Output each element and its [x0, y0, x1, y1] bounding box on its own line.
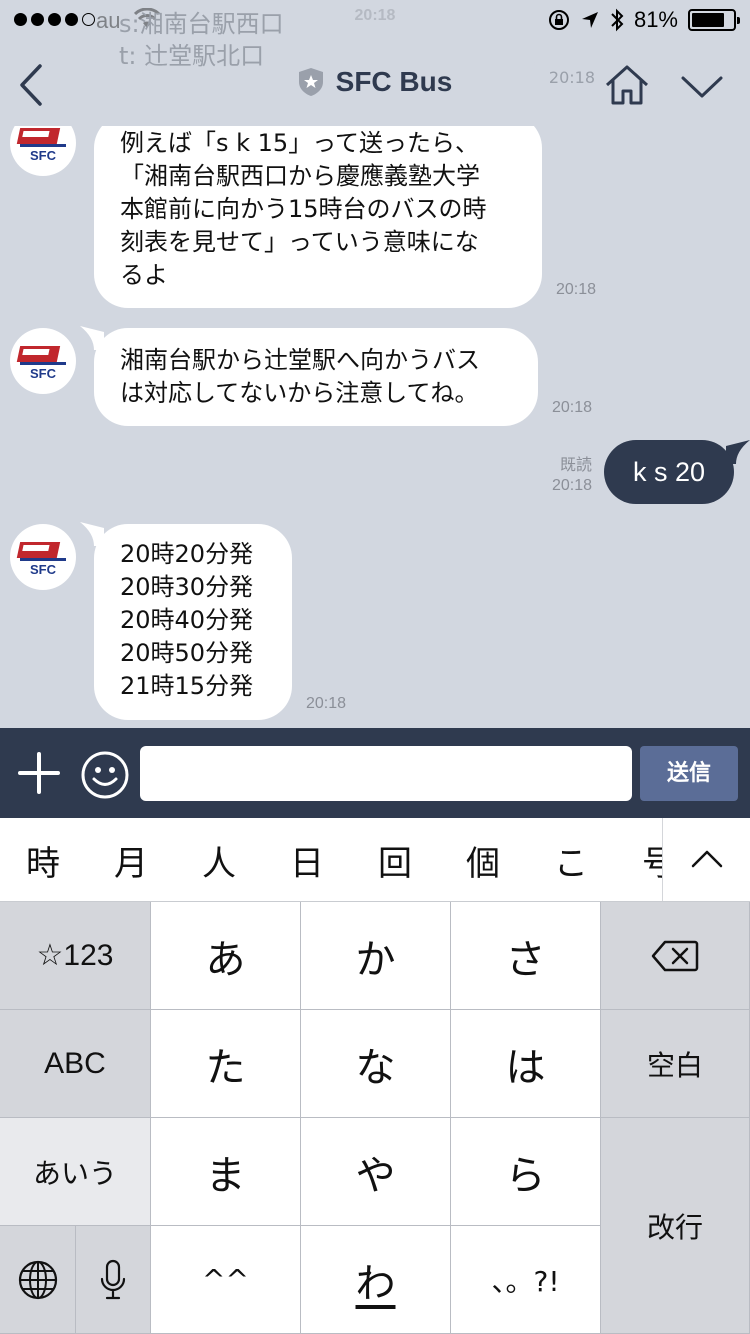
home-icon[interactable]	[604, 64, 650, 106]
key-punctuation[interactable]: 、。?!	[451, 1226, 601, 1334]
message-time: 20:18	[552, 399, 593, 416]
official-shield-icon	[298, 68, 323, 96]
chevron-up-icon	[691, 850, 723, 868]
chat-header: SFC Bus	[0, 40, 750, 126]
return-key-label: 改行	[646, 1211, 703, 1243]
key-emoticon[interactable]: ^^	[151, 1226, 301, 1334]
message-bubble[interactable]: 湘南台駅から辻堂駅へ向かうバス は対応してないから注意してね。	[94, 328, 538, 426]
message-time: 20:18	[556, 281, 597, 298]
candidate-word[interactable]: 回	[378, 836, 412, 885]
candidate-word[interactable]: 時	[26, 836, 60, 885]
message-input-bar: 送信	[0, 728, 750, 818]
bluetooth-icon	[611, 8, 624, 32]
key-ha[interactable]: は	[451, 1010, 601, 1118]
key-wa[interactable]: わ	[301, 1226, 451, 1334]
rotation-lock-icon	[548, 10, 569, 30]
bot-avatar[interactable]: SFC	[10, 328, 76, 394]
key-na[interactable]: な	[301, 1010, 451, 1118]
globe-key[interactable]	[0, 1226, 76, 1334]
chevron-down-icon[interactable]	[680, 74, 724, 100]
bot-avatar[interactable]: SFC	[10, 126, 76, 176]
message-line: 「湘南台駅西口から慶應義塾大学	[120, 162, 480, 190]
my-message-bubble[interactable]: k s 20	[604, 440, 734, 504]
candidate-word[interactable]: 月	[114, 836, 148, 885]
key-ka[interactable]: か	[301, 902, 451, 1010]
candidate-bar: 時 月 人 日 回 個 こ 号	[0, 818, 750, 902]
expand-candidates-button[interactable]	[662, 818, 750, 901]
message-line: 湘南台駅から辻堂駅へ向かうバス	[120, 346, 480, 374]
faded-line-1: s:湘南台駅西口	[119, 10, 284, 38]
chat-messages[interactable]: SFC 例えば「s k 15」って送ったら、 「湘南台駅西口から慶應義塾大学 本…	[0, 126, 750, 728]
message-line: は対応してないから注意してね。	[120, 379, 479, 407]
microphone-icon	[100, 1259, 126, 1299]
bot-avatar[interactable]: SFC	[10, 524, 76, 590]
space-key-label: 空白	[646, 1049, 703, 1081]
svg-text:SFC: SFC	[30, 366, 57, 381]
read-receipt: 既読 20:18	[530, 456, 592, 496]
message-line: 20時50分発	[120, 639, 254, 667]
message-line: 20時30分発	[120, 573, 254, 601]
candidate-word[interactable]: 人	[202, 836, 236, 885]
key-a[interactable]: あ	[151, 902, 301, 1010]
bus-logo-icon: SFC	[16, 542, 66, 577]
key-kana[interactable]: あいう	[0, 1118, 151, 1226]
key-ma[interactable]: ま	[151, 1118, 301, 1226]
message-bubble[interactable]: 例えば「s k 15」って送ったら、 「湘南台駅西口から慶應義塾大学 本館前に向…	[94, 126, 542, 308]
backspace-icon	[651, 940, 699, 971]
key-symbols[interactable]: ☆123	[0, 902, 151, 1010]
wa-key-label: わ	[355, 1260, 396, 1307]
message-line: 例えば「s k 15」って送ったら、	[120, 129, 479, 157]
svg-text:SFC: SFC	[30, 562, 57, 577]
return-key[interactable]: 改行	[601, 1118, 750, 1334]
candidate-word[interactable]: 個	[466, 836, 500, 885]
globe-icon	[18, 1260, 57, 1299]
candidate-word[interactable]: 日	[290, 836, 324, 885]
kana-key-label: あいう	[32, 1157, 117, 1189]
key-ra[interactable]: ら	[451, 1118, 601, 1226]
key-ta[interactable]: た	[151, 1010, 301, 1118]
delete-key[interactable]	[601, 902, 750, 1010]
location-arrow-icon	[581, 12, 598, 28]
key-ya[interactable]: や	[301, 1118, 451, 1226]
bus-logo-icon: SFC	[16, 346, 66, 381]
read-label: 既読	[559, 457, 592, 474]
chat-title-text: SFC Bus	[335, 66, 453, 97]
battery-icon	[688, 9, 740, 31]
message-line: 刻表を見せて」っていう意味にな	[120, 228, 479, 256]
message-line: 21時15分発	[120, 672, 254, 700]
send-button[interactable]: 送信	[640, 746, 738, 801]
space-key[interactable]: 空白	[601, 1010, 750, 1118]
battery-percent: 81%	[633, 7, 678, 32]
bus-logo-icon: SFC	[16, 128, 66, 163]
message-time: 20:18	[306, 695, 347, 712]
message-input[interactable]	[140, 746, 632, 801]
key-abc[interactable]: ABC	[0, 1010, 151, 1118]
message-time: 20:18	[551, 477, 592, 494]
japanese-keyboard: ☆123 あ か さ ABC た な は 空白 あいう ま や ら 改行 ^^ …	[0, 902, 750, 1334]
message-line: るよ	[120, 261, 168, 289]
message-line: 20時40分発	[120, 606, 254, 634]
punctuation-key-label: 、。?!	[491, 1264, 560, 1298]
plus-icon[interactable]	[18, 752, 60, 794]
emoji-icon[interactable]	[80, 750, 130, 800]
dictation-key[interactable]	[76, 1226, 151, 1334]
candidate-word[interactable]: こ	[554, 836, 588, 885]
message-line: 本館前に向かう15時台のバスの時	[120, 195, 487, 223]
message-line: 20時20分発	[120, 540, 254, 568]
svg-text:SFC: SFC	[30, 148, 57, 163]
emoticon-key-label: ^^	[202, 1263, 249, 1296]
message-bubble[interactable]: 20時20分発 20時30分発 20時40分発 20時50分発 21時15分発	[94, 524, 292, 720]
key-sa[interactable]: さ	[451, 902, 601, 1010]
